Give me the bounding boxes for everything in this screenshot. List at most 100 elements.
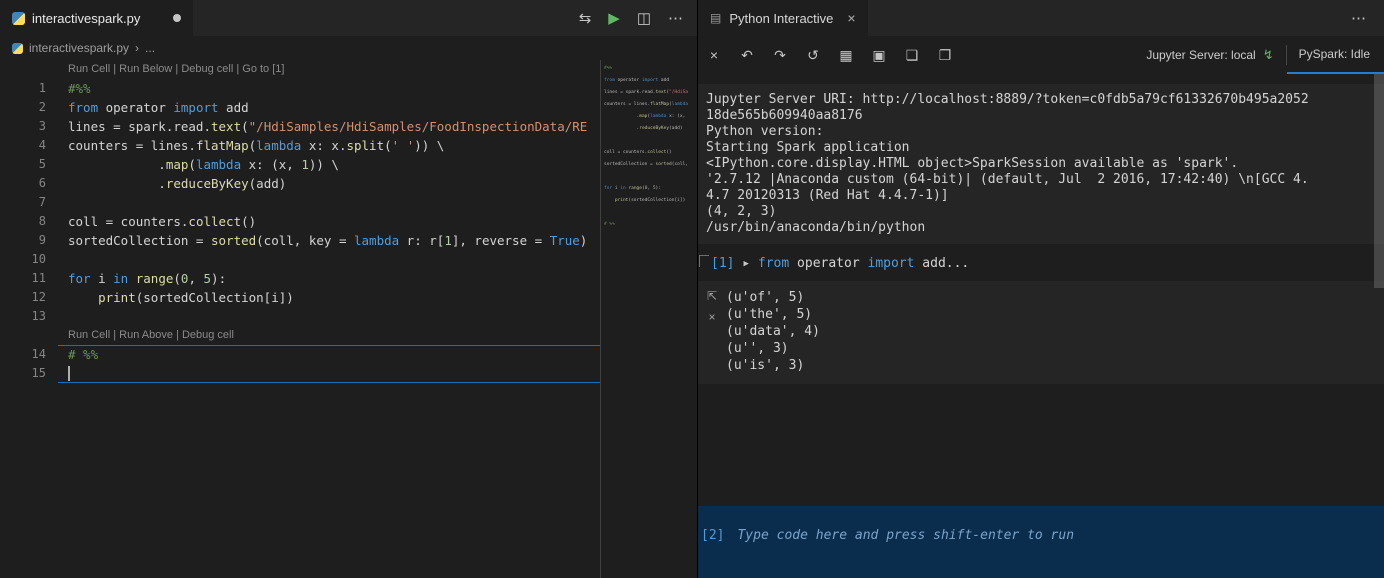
- toolbar-status: Jupyter Server: local ↯ PySpark: Idle: [1134, 36, 1384, 74]
- cell-code[interactable]: from operator import add...: [758, 256, 969, 271]
- kernel-status[interactable]: PySpark: Idle: [1286, 36, 1384, 74]
- code-line[interactable]: 4 counters = lines.flatMap(lambda x: x.sp…: [0, 136, 600, 155]
- code-line[interactable]: 10: [0, 250, 600, 269]
- minimap-line: from operator import add: [604, 78, 670, 83]
- codelens[interactable]: Run Cell | Run Below | Debug cell | Go t…: [0, 60, 600, 79]
- minimap-line: [601, 135, 688, 147]
- output-line: (4, 2, 3): [706, 204, 777, 219]
- minimap-line: # %%: [604, 222, 615, 227]
- code-line[interactable]: 9 sortedCollection = sorted(coll, key = l…: [0, 231, 600, 250]
- cell-output-gutter: ⇱ ×: [698, 289, 726, 374]
- text-cursor: [68, 366, 70, 381]
- jupyter-server-label: Jupyter Server: local: [1146, 48, 1256, 62]
- panel-tab-bar: ▤ Python Interactive × ⋯: [698, 0, 1384, 36]
- code-line[interactable]: 8 coll = counters.collect(): [0, 212, 600, 231]
- line-number: 3: [38, 119, 46, 133]
- split-editor-icon[interactable]: ◫: [637, 9, 651, 27]
- expand-all-icon[interactable]: ❏: [904, 47, 920, 64]
- line-number: 12: [31, 290, 46, 304]
- remove-cell-icon[interactable]: ×: [708, 310, 715, 324]
- code-line[interactable]: 15: [0, 364, 600, 383]
- minimap-line: .reduceByKey(add): [604, 126, 683, 131]
- output-line: /usr/bin/anaconda/bin/python: [706, 220, 926, 235]
- variable-explorer-icon[interactable]: ▦: [838, 47, 854, 64]
- code-line[interactable]: 13: [0, 307, 600, 326]
- result-line: (u'data', 4): [726, 324, 820, 339]
- chevron-right-icon: ›: [135, 41, 140, 55]
- minimap-line: coll = counters.collect(): [604, 150, 672, 155]
- run-cell-icon[interactable]: ▶: [743, 259, 748, 269]
- minimap[interactable]: #%% from operator import add lines = spark…: [600, 60, 688, 578]
- editor-more-actions-icon[interactable]: ⋯: [668, 9, 683, 27]
- line-number: 14: [31, 347, 46, 361]
- code-line[interactable]: 6 .reduceByKey(add): [0, 174, 600, 193]
- minimap-line: #%%: [604, 66, 613, 71]
- collapse-all-icon[interactable]: ❐: [937, 47, 953, 64]
- result-line: (u'of', 5): [726, 290, 805, 305]
- startup-output: Jupyter Server URI: http://localhost:888…: [698, 84, 1384, 244]
- editor-body: Run Cell | Run Below | Debug cell | Go t…: [0, 60, 697, 578]
- interactive-input[interactable]: [2] Type code here and press shift-enter…: [698, 506, 1384, 578]
- run-file-icon[interactable]: ▶: [608, 9, 620, 27]
- cell-prompt: [1]: [711, 256, 735, 271]
- interactive-toolbar: × ↶ ↷ ↺ ▦ ▣ ❏ ❐ Jupyter Server: local ↯ PySpark…: [698, 36, 1384, 74]
- scrollbar[interactable]: [1374, 74, 1384, 288]
- breadcrumb-more[interactable]: ...: [145, 41, 155, 55]
- code-line[interactable]: 2 from operator import add: [0, 98, 600, 117]
- code-line[interactable]: 3 lines = spark.read.text("/HdiSamples/Hd…: [0, 117, 600, 136]
- output-line: '2.7.12 |Anaconda custom (64-bit)| (defa…: [706, 172, 1309, 187]
- restart-kernel-icon[interactable]: ↺: [805, 47, 821, 64]
- minimap-line: .map(lambda x: (x, 1)) \: [604, 114, 688, 119]
- clear-all-icon[interactable]: ×: [706, 47, 722, 63]
- code-line[interactable]: 7: [0, 193, 600, 212]
- interactive-history: Jupyter Server URI: http://localhost:888…: [698, 74, 1384, 506]
- code-line[interactable]: 5 .map(lambda x: (x, 1)) \: [0, 155, 600, 174]
- line-number: 10: [31, 252, 46, 266]
- breadcrumb-file[interactable]: interactivespark.py: [29, 41, 129, 55]
- result-line: (u'the', 5): [726, 307, 813, 322]
- editor-pane: interactivespark.py ⇆ ▶ ◫ ⋯ interactives…: [0, 0, 697, 578]
- tab-python-interactive[interactable]: ▤ Python Interactive ×: [698, 0, 868, 36]
- code-line[interactable]: 12 print(sortedCollection[i]): [0, 288, 600, 307]
- minimap-line: print(sortedCollection[i]): [614, 198, 686, 203]
- server-connection-icon: ↯: [1262, 47, 1274, 62]
- code-editor[interactable]: Run Cell | Run Below | Debug cell | Go t…: [0, 60, 600, 578]
- tab-title: interactivespark.py: [32, 10, 141, 26]
- close-tab-icon[interactable]: ×: [847, 10, 855, 26]
- result-line: (u'', 3): [726, 341, 789, 356]
- input-prompt: [2]: [701, 528, 725, 543]
- output-line: 4.7 20120313 (Red Hat 4.4.7-1)]: [706, 188, 949, 203]
- output-line: Starting Spark application: [706, 140, 910, 155]
- minimap-line: [601, 207, 688, 219]
- minimap-line: lines = spark.read.text("/HdiSamples/Hdi…: [604, 90, 688, 95]
- editor-tab-bar: interactivespark.py ⇆ ▶ ◫ ⋯: [0, 0, 697, 36]
- cell-collapse-handle[interactable]: [699, 255, 709, 267]
- undo-icon[interactable]: ↶: [739, 47, 755, 64]
- output-line: Jupyter Server URI: http://localhost:888…: [706, 92, 1309, 107]
- python-interactive-panel: ▤ Python Interactive × ⋯ × ↶ ↷ ↺ ▦ ▣ ❏ ❐ Jupyte…: [697, 0, 1384, 578]
- line-number: 9: [38, 233, 46, 247]
- panel-more-actions-icon[interactable]: ⋯: [1351, 9, 1384, 27]
- python-file-icon: [12, 11, 25, 25]
- code-line[interactable]: 14 # %%: [0, 345, 600, 364]
- panel-tab-title: Python Interactive: [729, 10, 834, 26]
- code-line[interactable]: 11 for i in range(0, 5):: [0, 269, 600, 288]
- cell-output: ⇱ × (u'of', 5) (u'the', 5) (u'data', 4) (u'…: [698, 281, 1384, 384]
- result-line: (u'is', 3): [726, 358, 805, 373]
- overview-ruler: [688, 60, 697, 578]
- codelens[interactable]: Run Cell | Run Above | Debug cell: [0, 326, 600, 345]
- vscode-window: interactivespark.py ⇆ ▶ ◫ ⋯ interactives…: [0, 0, 1384, 578]
- tab-interactivespark[interactable]: interactivespark.py: [0, 0, 194, 36]
- line-number: 5: [38, 157, 46, 171]
- open-changes-icon[interactable]: ⇆: [579, 9, 592, 27]
- redo-icon[interactable]: ↷: [772, 47, 788, 64]
- code-line[interactable]: 1 #%%: [0, 79, 600, 98]
- jupyter-server-status[interactable]: Jupyter Server: local ↯: [1134, 36, 1285, 74]
- line-number: 6: [38, 176, 46, 190]
- interactive-cell[interactable]: [1] ▶ from operator import add...: [698, 252, 1384, 275]
- breadcrumb[interactable]: interactivespark.py › ...: [0, 36, 697, 60]
- save-icon[interactable]: ▣: [871, 47, 887, 64]
- line-number: 15: [31, 366, 46, 380]
- line-number: 11: [31, 271, 46, 285]
- goto-code-icon[interactable]: ⇱: [707, 289, 717, 303]
